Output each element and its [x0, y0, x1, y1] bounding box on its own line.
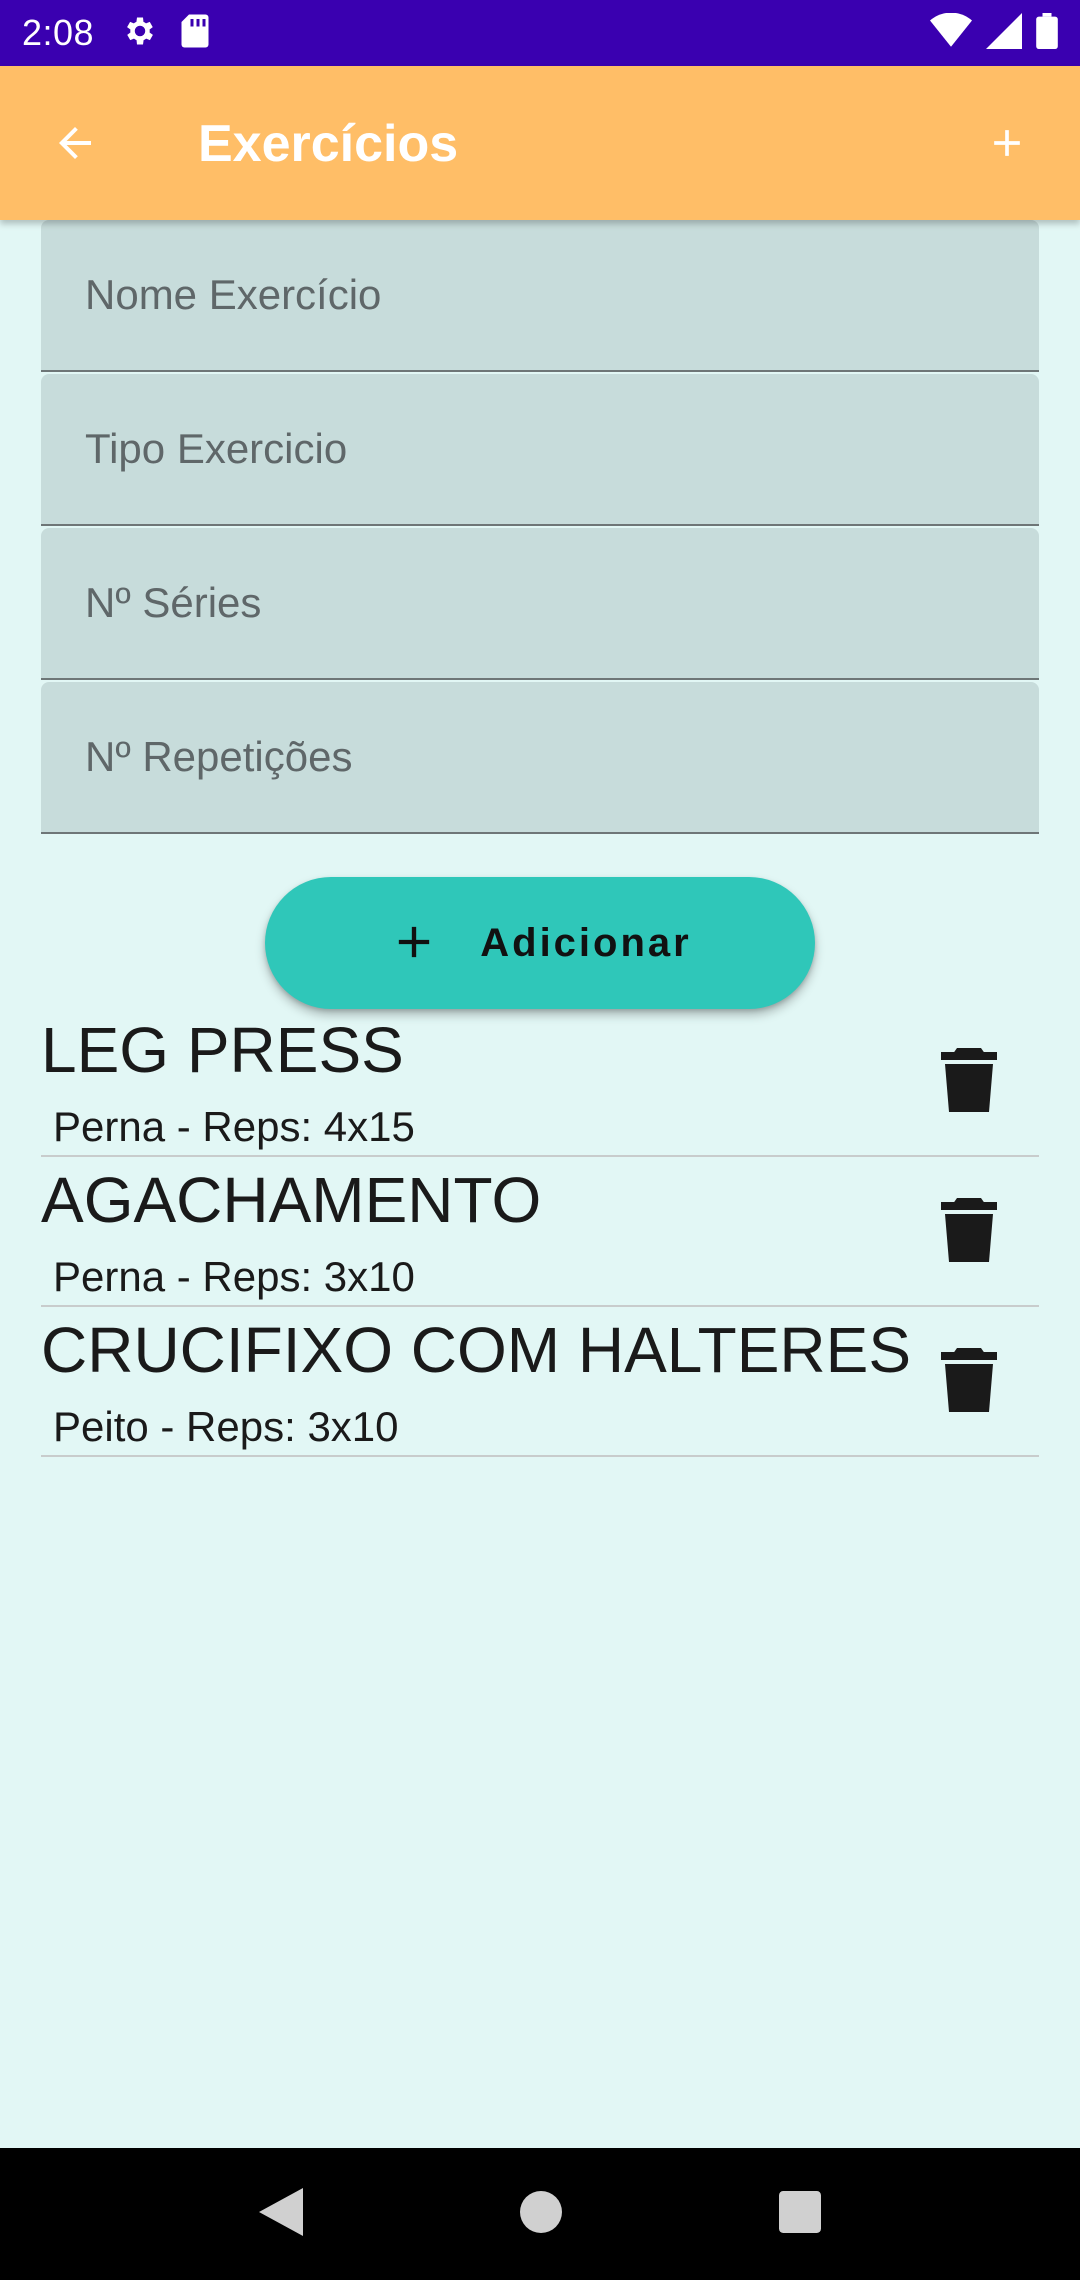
sets-input[interactable] — [41, 528, 1039, 678]
signal-icon — [986, 12, 1022, 54]
status-bar: 2:08 — [0, 0, 1080, 66]
exercise-type-field[interactable] — [41, 374, 1039, 526]
exercise-detail: Perna - Reps: 4x15 — [53, 1103, 415, 1150]
delete-button[interactable] — [939, 1347, 999, 1417]
exercise-name: AGACHAMENTO — [41, 1164, 542, 1236]
sd-card-icon — [180, 13, 210, 54]
exercise-name-input[interactable] — [41, 220, 1039, 370]
plus-icon — [388, 916, 440, 971]
reps-field[interactable] — [41, 682, 1039, 834]
exercise-name-field[interactable] — [41, 220, 1039, 372]
page-title: Exercícios — [198, 115, 459, 173]
gear-icon — [122, 13, 158, 54]
arrow-back-icon — [51, 119, 99, 172]
list-item[interactable]: AGACHAMENTO Perna - Reps: 3x10 — [41, 1157, 1039, 1307]
add-button-label: Adicionar — [480, 920, 692, 965]
battery-icon — [1036, 12, 1058, 54]
add-button[interactable]: Adicionar — [265, 877, 815, 1009]
delete-button[interactable] — [939, 1197, 999, 1267]
wifi-icon — [930, 12, 972, 54]
plus-icon — [985, 121, 1029, 170]
home-circle-icon[interactable] — [519, 2190, 562, 2238]
exercise-name: CRUCIFIXO COM HALTERES — [41, 1314, 911, 1386]
back-triangle-icon[interactable] — [258, 2187, 303, 2241]
trash-icon — [941, 1047, 997, 1117]
recents-square-icon[interactable] — [779, 2190, 822, 2238]
exercise-detail: Perna - Reps: 3x10 — [53, 1253, 415, 1300]
sets-field[interactable] — [41, 528, 1039, 680]
app-bar: Exercícios — [0, 66, 1080, 220]
reps-input[interactable] — [41, 682, 1039, 832]
status-time: 2:08 — [22, 12, 95, 53]
trash-icon — [941, 1347, 997, 1417]
exercise-name: LEG PRESS — [41, 1014, 404, 1086]
exercise-detail: Peito - Reps: 3x10 — [53, 1403, 399, 1450]
navigation-bar — [0, 2148, 1080, 2280]
back-button[interactable] — [40, 110, 110, 180]
trash-icon — [941, 1197, 997, 1267]
add-exercise-button[interactable] — [972, 110, 1042, 180]
exercise-type-input[interactable] — [41, 374, 1039, 524]
screen: 2:08 Exercícios Nome Exercício Tipo Exer… — [0, 0, 1080, 2280]
list-item[interactable]: LEG PRESS Perna - Reps: 4x15 — [41, 1007, 1039, 1157]
list-item[interactable]: CRUCIFIXO COM HALTERES Peito - Reps: 3x1… — [41, 1307, 1039, 1457]
delete-button[interactable] — [939, 1047, 999, 1117]
